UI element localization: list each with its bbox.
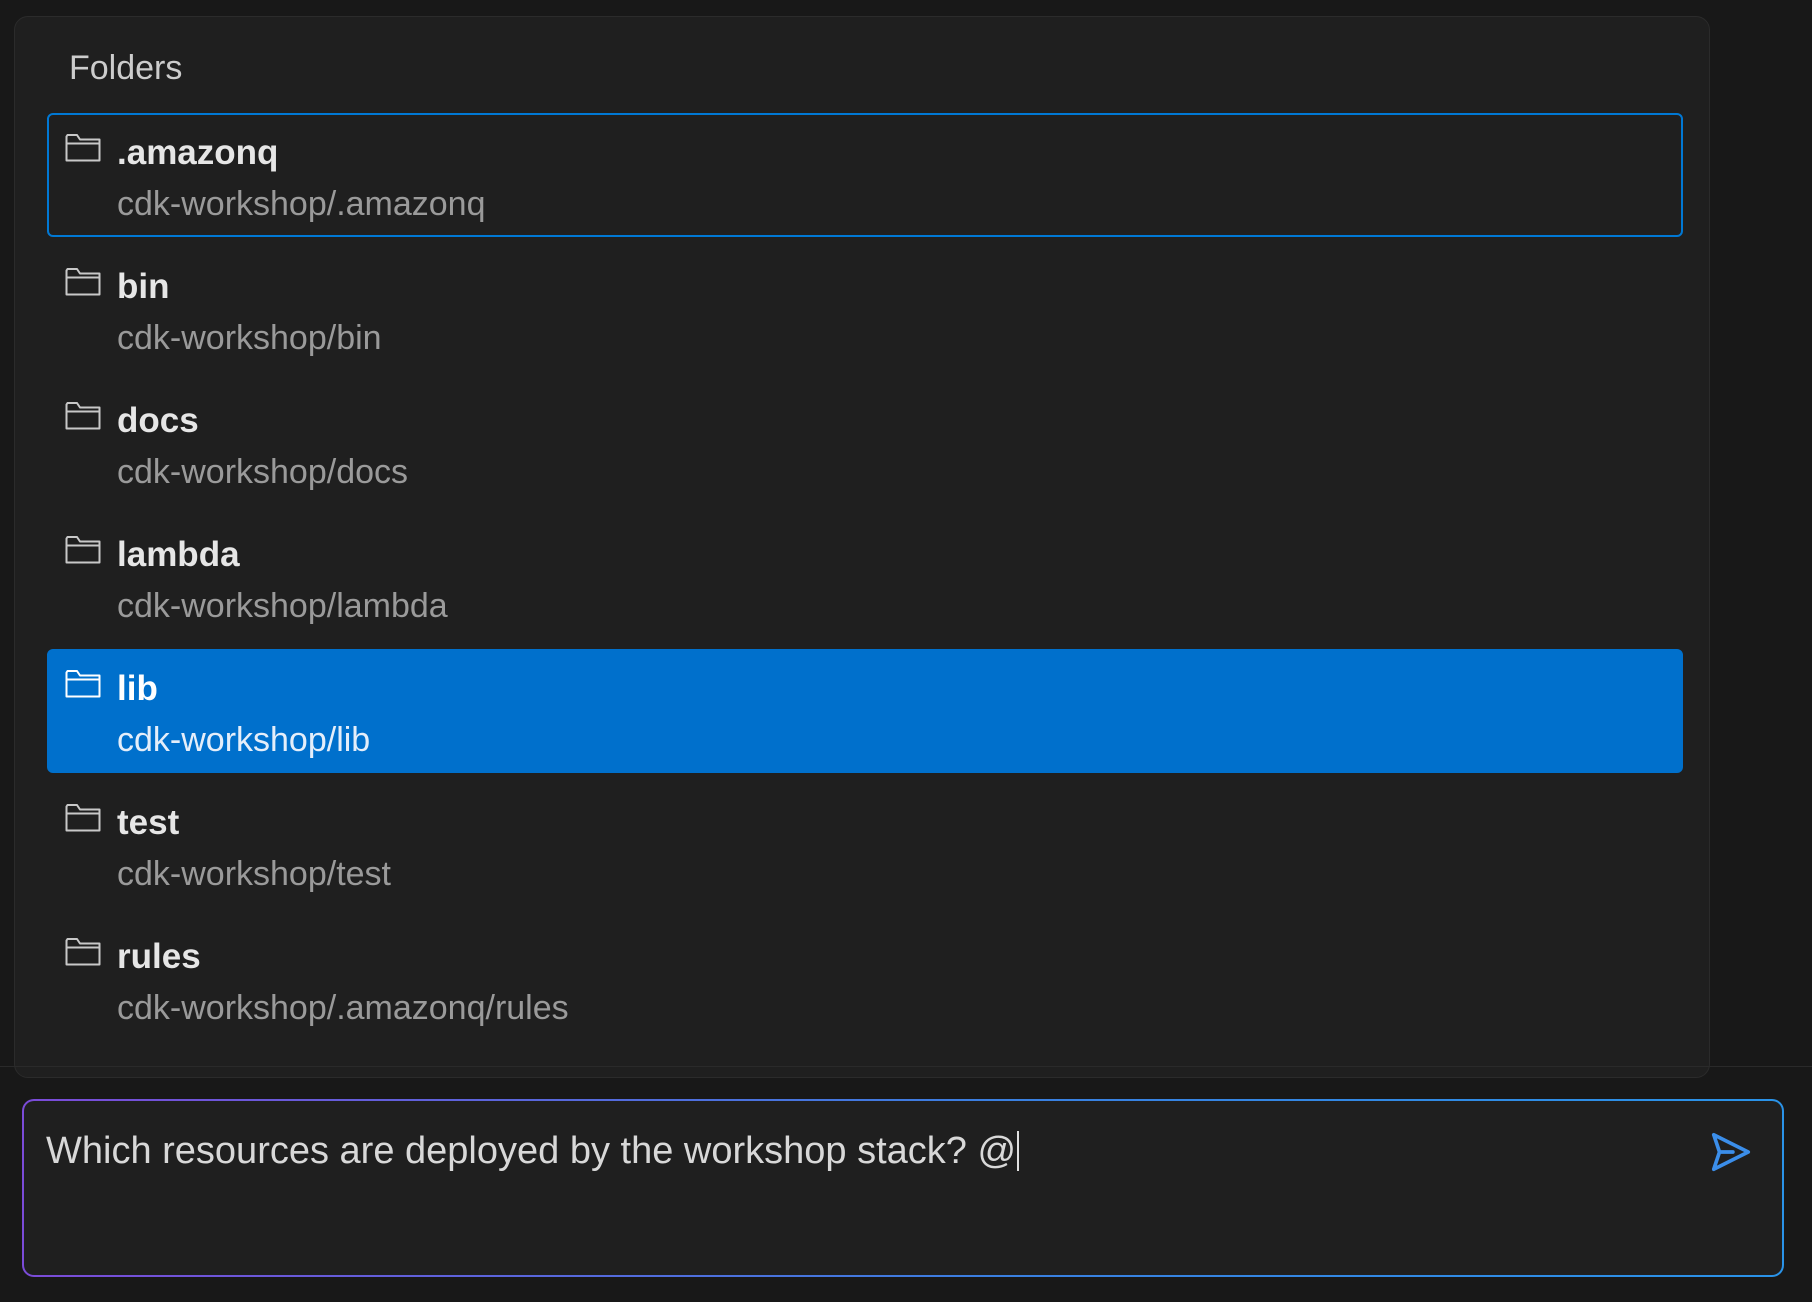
folder-path: cdk-workshop/lib: [117, 721, 371, 759]
folder-item-rules[interactable]: rules cdk-workshop/.amazonq/rules: [47, 917, 1683, 1041]
context-picker-popup: Folders .amazonq cdk-workshop/.amazonq b…: [14, 16, 1710, 1078]
folder-list: .amazonq cdk-workshop/.amazonq bin cdk-w…: [47, 113, 1683, 1051]
folder-path: cdk-workshop/.amazonq: [117, 185, 486, 223]
folder-item-docs[interactable]: docs cdk-workshop/docs: [47, 381, 1683, 505]
folder-path: cdk-workshop/bin: [117, 319, 382, 357]
folder-icon: [65, 803, 101, 833]
folder-item-lib[interactable]: lib cdk-workshop/lib: [47, 649, 1683, 773]
folder-item-test[interactable]: test cdk-workshop/test: [47, 783, 1683, 907]
divider: [0, 1066, 1812, 1067]
folder-item-amazonq[interactable]: .amazonq cdk-workshop/.amazonq: [47, 113, 1683, 237]
folder-name: test: [117, 803, 180, 842]
folder-name: bin: [117, 267, 170, 306]
folder-icon: [65, 267, 101, 297]
folder-item-lambda[interactable]: lambda cdk-workshop/lambda: [47, 515, 1683, 639]
folder-name: lib: [117, 669, 158, 708]
folder-icon: [65, 535, 101, 565]
folder-item-bin[interactable]: bin cdk-workshop/bin: [47, 247, 1683, 371]
send-button[interactable]: [1708, 1129, 1754, 1175]
popup-header: Folders: [69, 49, 183, 87]
folder-name: lambda: [117, 535, 240, 574]
folder-name: rules: [117, 937, 201, 976]
chat-input-box[interactable]: Which resources are deployed by the work…: [22, 1099, 1784, 1277]
folder-icon: [65, 937, 101, 967]
chat-input-inner: Which resources are deployed by the work…: [24, 1101, 1782, 1275]
chat-panel: Folders .amazonq cdk-workshop/.amazonq b…: [0, 0, 1812, 1302]
folder-name: docs: [117, 401, 199, 440]
send-icon: [1708, 1129, 1754, 1175]
folder-path: cdk-workshop/docs: [117, 453, 409, 491]
folder-icon: [65, 669, 101, 699]
folder-path: cdk-workshop/.amazonq/rules: [117, 989, 569, 1027]
folder-name: .amazonq: [117, 133, 279, 172]
folder-icon: [65, 133, 101, 163]
folder-path: cdk-workshop/test: [117, 855, 391, 893]
folder-icon: [65, 401, 101, 431]
text-caret: [1017, 1131, 1020, 1171]
folder-path: cdk-workshop/lambda: [117, 587, 448, 625]
chat-input-value: Which resources are deployed by the work…: [46, 1130, 1017, 1172]
chat-input-field[interactable]: Which resources are deployed by the work…: [46, 1130, 1020, 1173]
